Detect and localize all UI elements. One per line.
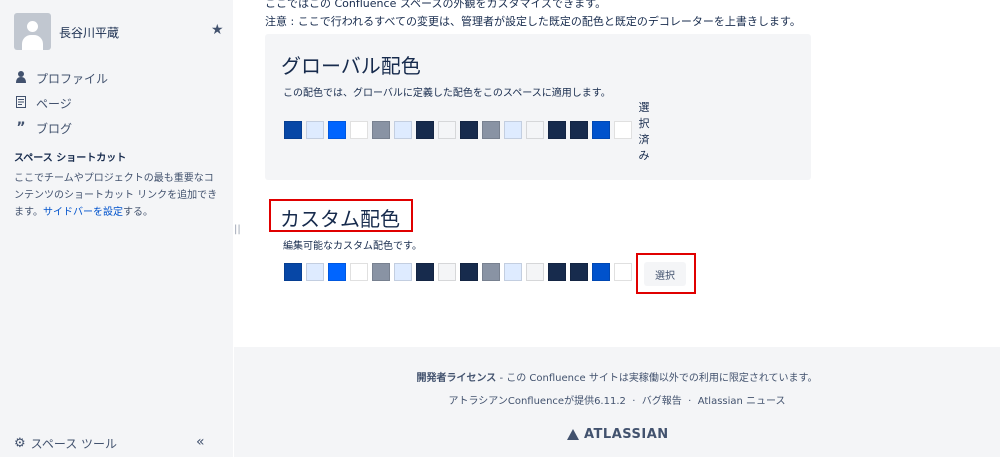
color-swatch [504, 121, 522, 139]
username[interactable]: 長谷川平蔵 [59, 24, 119, 41]
color-swatch [328, 263, 346, 281]
color-swatch [460, 121, 478, 139]
avatar[interactable] [14, 13, 51, 50]
quote-icon: ” [16, 120, 26, 136]
highlight-box-title [269, 199, 413, 232]
color-swatch [306, 121, 324, 139]
sidebar: 長谷川平蔵 ★ プロファイル ページ ” ブログ スペース ショートカット ここ… [0, 0, 233, 457]
license-notice: 開発者ライセンス - この Confluence サイトは実稼働以外での利用に限… [416, 373, 818, 384]
global-scheme-description: この配色では、グローバルに定義した配色をこのスペースに適用します。 [283, 88, 611, 99]
color-swatch [416, 263, 434, 281]
space-tools-button[interactable]: ⚙ スペース ツール [14, 435, 117, 452]
color-swatch [548, 121, 566, 139]
atlassian-news-link[interactable]: Atlassian ニュース [698, 396, 786, 407]
color-swatch [284, 263, 302, 281]
color-swatch [504, 263, 522, 281]
footer: 開発者ライセンス - この Confluence サイトは実稼働以外での利用に限… [234, 347, 1000, 457]
shortcuts-description: ここでチームやプロジェクトの最も重要なコンテンツのショートカット リンクを追加で… [14, 173, 218, 218]
color-swatch [548, 263, 566, 281]
intro-text: ここではこの Confluence スペースの外観をカスタマイズできます。 [265, 0, 607, 10]
global-scheme-title: グローバル配色 [281, 54, 421, 78]
sidebar-item-blog[interactable]: ” ブログ [14, 119, 72, 137]
sidebar-resize-handle[interactable]: || [234, 224, 241, 235]
color-swatch [394, 121, 412, 139]
color-swatch [526, 263, 544, 281]
global-scheme-swatches[interactable] [284, 121, 636, 139]
highlight-box-select [636, 253, 696, 294]
sidebar-item-label: ブログ [36, 121, 73, 136]
shortcuts-title: スペース ショートカット [14, 153, 127, 164]
color-swatch [350, 263, 368, 281]
page-icon [14, 95, 28, 111]
color-swatch [482, 263, 500, 281]
custom-scheme-description: 編集可能なカスタム配色です。 [283, 241, 422, 252]
color-swatch [592, 263, 610, 281]
powered-by-link[interactable]: アトラシアンConfluenceが提供6.11.2 [448, 396, 625, 407]
color-swatch [614, 263, 632, 281]
color-swatch [416, 121, 434, 139]
bug-report-link[interactable]: バグ報告 [642, 396, 682, 407]
atlassian-logo[interactable]: ATLASSIAN [567, 427, 669, 442]
custom-scheme-swatches[interactable] [284, 263, 636, 281]
gear-icon: ⚙ [14, 436, 26, 451]
color-swatch [460, 263, 478, 281]
color-swatch [306, 263, 324, 281]
color-swatch [438, 121, 456, 139]
color-swatch [482, 121, 500, 139]
color-swatch [372, 263, 390, 281]
color-swatch [350, 121, 368, 139]
color-swatch [284, 121, 302, 139]
color-swatch [526, 121, 544, 139]
color-swatch [614, 121, 632, 139]
star-icon[interactable]: ★ [211, 22, 224, 38]
color-swatch [328, 121, 346, 139]
sidebar-item-profile[interactable]: プロファイル [14, 69, 108, 87]
color-swatch [570, 263, 588, 281]
footer-links: アトラシアンConfluenceが提供6.11.2 · バグ報告 · Atlas… [448, 396, 786, 407]
selected-label: 選択済み [638, 101, 650, 162]
atlassian-logo-icon [567, 429, 579, 440]
sidebar-item-label: ページ [36, 96, 72, 111]
intro-note: 注意 : ここで行われるすべての変更は、管理者が設定した既定の配色と既定のデコレ… [265, 15, 801, 28]
color-swatch [372, 121, 390, 139]
person-icon [14, 70, 28, 86]
color-swatch [570, 121, 588, 139]
sidebar-item-label: プロファイル [36, 71, 109, 86]
color-swatch [438, 263, 456, 281]
color-swatch [394, 263, 412, 281]
sidebar-item-pages[interactable]: ページ [14, 94, 72, 112]
configure-sidebar-link[interactable]: サイドバーを設定 [43, 207, 123, 218]
collapse-sidebar-button[interactable]: « [196, 434, 205, 450]
color-swatch [592, 121, 610, 139]
